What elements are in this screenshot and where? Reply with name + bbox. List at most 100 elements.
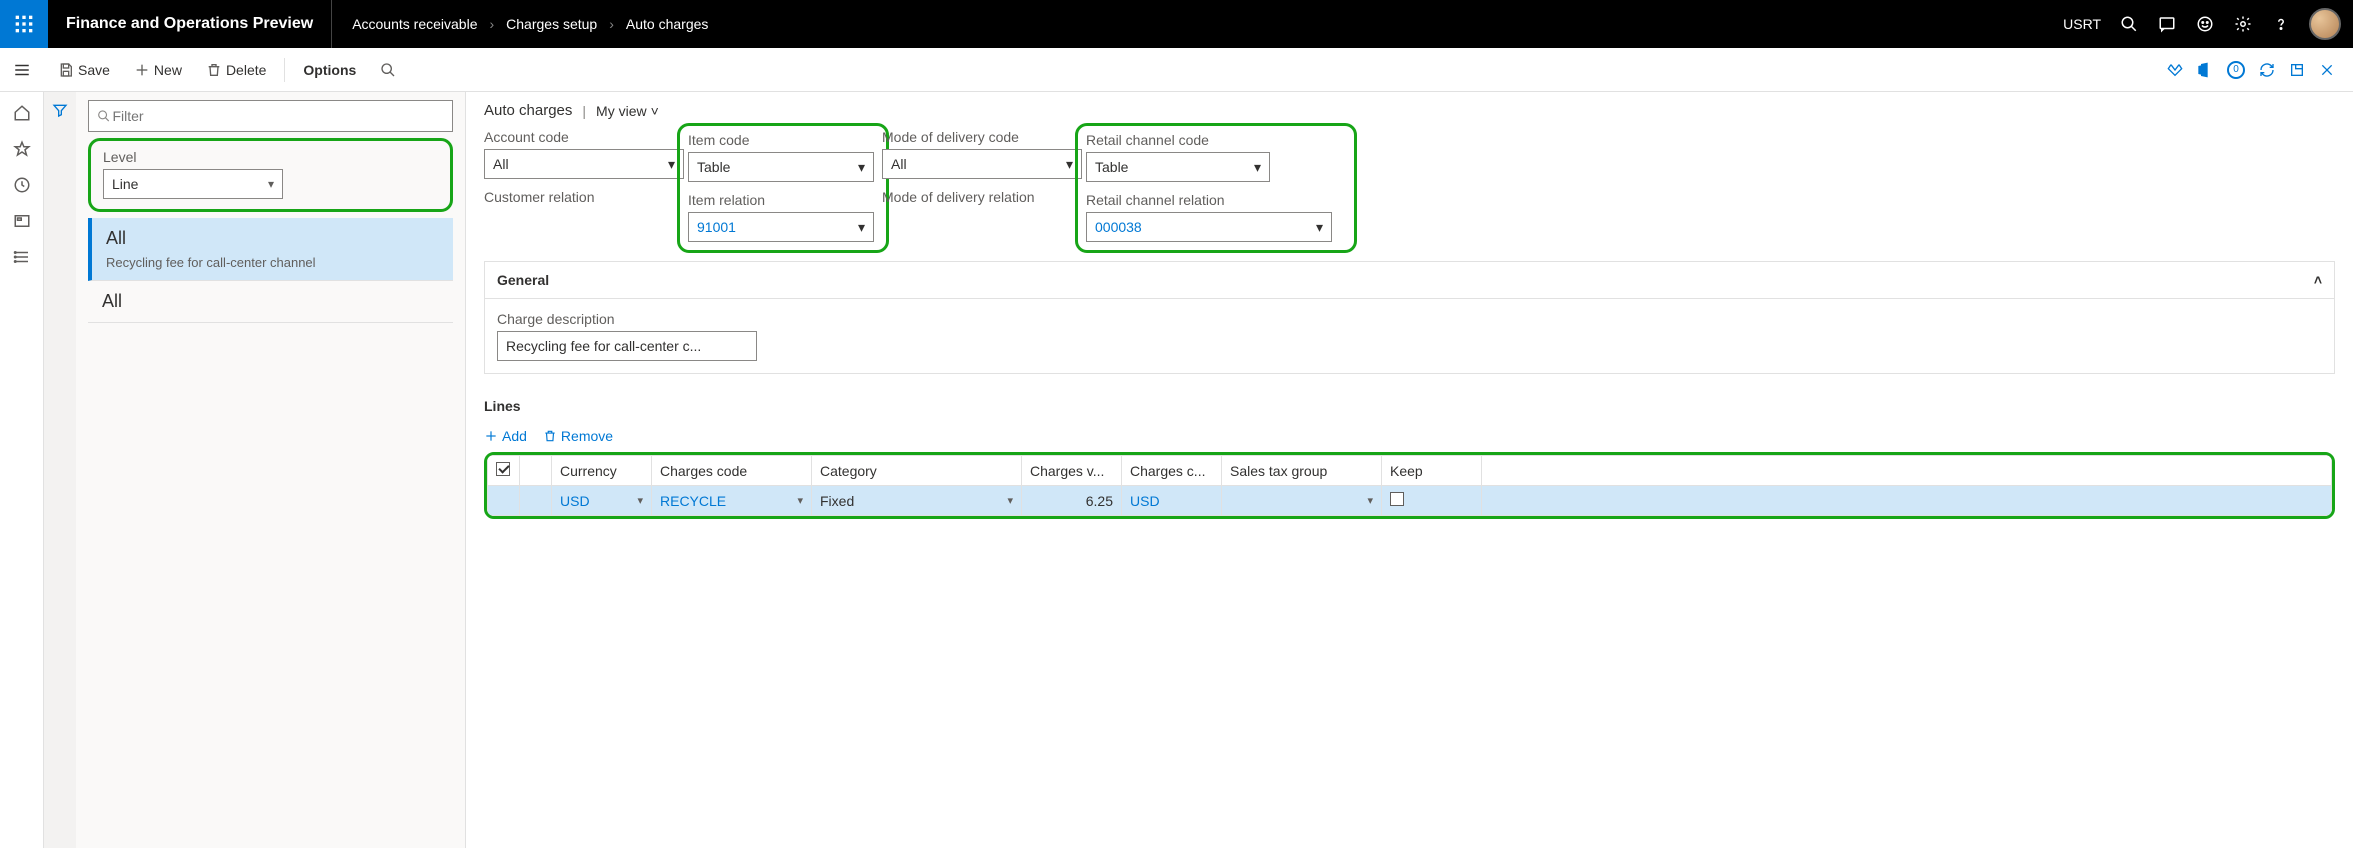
new-button[interactable]: New [124, 56, 192, 84]
general-header[interactable]: General ˄ [485, 262, 2334, 299]
level-value: Line [112, 176, 138, 192]
page-header: Auto charges | My view ˅ [484, 102, 2335, 119]
list-item[interactable]: All [88, 281, 453, 323]
search-icon [97, 109, 110, 123]
col-sales-tax-group[interactable]: Sales tax group [1222, 456, 1382, 486]
chevron-down-icon: ▾ [1316, 219, 1323, 236]
charges-currency-cell[interactable]: USD [1122, 486, 1222, 516]
breadcrumb-item[interactable]: Charges setup [506, 16, 597, 32]
top-bar: Finance and Operations Preview Accounts … [0, 0, 2353, 48]
cell-value: 6.25 [1030, 493, 1113, 509]
help-icon[interactable] [2271, 14, 2291, 34]
delivery-code-select[interactable]: All ▾ [882, 149, 1082, 179]
nav-toggle-button[interactable] [0, 48, 44, 92]
left-rail [0, 92, 44, 848]
currency-cell[interactable]: USD▾ [552, 486, 652, 516]
field-account-code: Account code All ▾ Customer relation [484, 129, 684, 247]
keep-checkbox[interactable] [1390, 492, 1404, 506]
view-selector[interactable]: My view ˅ [596, 103, 659, 119]
office-icon[interactable] [2197, 62, 2213, 78]
select-all-checkbox[interactable] [488, 456, 520, 486]
item-code-select[interactable]: Table ▾ [688, 152, 874, 182]
attachments-button[interactable]: 0 [2227, 61, 2245, 79]
field-label: Customer relation [484, 189, 684, 205]
col-spacer [1482, 456, 2332, 486]
diamond-icon[interactable] [2167, 62, 2183, 78]
chat-icon[interactable] [2157, 14, 2177, 34]
field-value: 000038 [1095, 219, 1142, 235]
level-select[interactable]: Line ▾ [103, 169, 283, 199]
breadcrumb-item[interactable]: Accounts receivable [352, 16, 477, 32]
field-label: Item code [688, 132, 874, 148]
options-button[interactable]: Options [293, 56, 366, 84]
charges-code-cell[interactable]: RECYCLE▾ [652, 486, 812, 516]
chevron-down-icon: ▾ [1007, 494, 1013, 507]
filter-input[interactable] [88, 100, 453, 132]
delete-button[interactable]: Delete [196, 56, 276, 84]
modules-icon[interactable] [13, 248, 31, 266]
company-code[interactable]: USRT [2063, 16, 2101, 32]
field-value: 91001 [697, 219, 736, 235]
lines-grid: Currency Charges code Category Charges v… [487, 455, 2332, 516]
workspace-icon[interactable] [13, 212, 31, 230]
app-launcher-button[interactable] [0, 0, 48, 48]
col-keep[interactable]: Keep [1382, 456, 1482, 486]
star-icon[interactable] [13, 140, 31, 158]
col-charges-code[interactable]: Charges code [652, 456, 812, 486]
list-item-title: All [102, 291, 439, 312]
col-currency[interactable]: Currency [552, 456, 652, 486]
search-icon[interactable] [2119, 14, 2139, 34]
attachments-count: 0 [2233, 64, 2239, 75]
smiley-icon[interactable] [2195, 14, 2215, 34]
home-icon[interactable] [13, 104, 31, 122]
delivery-relation-input[interactable] [882, 209, 1082, 239]
chevron-down-icon: ▾ [637, 494, 643, 507]
category-cell[interactable]: Fixed▾ [812, 486, 1022, 516]
item-relation-select[interactable]: 91001 ▾ [688, 212, 874, 242]
col-charges-currency[interactable]: Charges c... [1122, 456, 1222, 486]
col-charges-value[interactable]: Charges v... [1022, 456, 1122, 486]
fields-row: Account code All ▾ Customer relation Ite… [484, 129, 2335, 247]
delete-label: Delete [226, 62, 266, 78]
popout-icon[interactable] [2289, 62, 2305, 78]
chevron-up-icon: ˄ [2314, 272, 2322, 288]
search-icon [380, 62, 396, 78]
funnel-icon[interactable] [52, 102, 68, 848]
field-delivery-code: Mode of delivery code All ▾ Mode of deli… [882, 129, 1082, 247]
table-row[interactable]: USD▾ RECYCLE▾ Fixed▾ 6.25 USD [488, 486, 2332, 516]
gear-icon[interactable] [2233, 14, 2253, 34]
channel-code-select[interactable]: Table ▾ [1086, 152, 1270, 182]
topbar-right: USRT [2063, 8, 2353, 40]
separator: | [582, 103, 586, 119]
field-label: Mode of delivery relation [882, 189, 1082, 205]
refresh-icon[interactable] [2259, 62, 2275, 78]
customer-relation-input[interactable] [484, 209, 684, 239]
save-button[interactable]: Save [48, 56, 120, 84]
recent-icon[interactable] [13, 176, 31, 194]
search-action-button[interactable] [370, 56, 406, 84]
list-item[interactable]: All Recycling fee for call-center channe… [88, 218, 453, 281]
remove-line-button[interactable]: Remove [543, 428, 613, 444]
channel-relation-select[interactable]: 000038 ▾ [1086, 212, 1332, 242]
col-category[interactable]: Category [812, 456, 1022, 486]
account-code-select[interactable]: All ▾ [484, 149, 684, 179]
breadcrumb-item[interactable]: Auto charges [626, 16, 709, 32]
section-title: Lines [484, 398, 521, 414]
general-body: Charge description Recycling fee for cal… [485, 299, 2334, 373]
row-select-cell[interactable] [488, 486, 520, 516]
level-highlight: Level Line ▾ [88, 138, 453, 212]
avatar[interactable] [2309, 8, 2341, 40]
sales-tax-cell[interactable]: ▾ [1222, 486, 1382, 516]
close-icon[interactable] [2319, 62, 2335, 78]
add-line-button[interactable]: Add [484, 428, 527, 444]
description-input[interactable]: Recycling fee for call-center c... [497, 331, 757, 361]
chevron-down-icon: ▾ [1066, 156, 1073, 173]
charges-value-cell[interactable]: 6.25 [1022, 486, 1122, 516]
options-label: Options [303, 62, 356, 78]
actionbar-right: 0 [2167, 61, 2345, 79]
chevron-right-icon: › [609, 16, 614, 32]
list-item-subtitle: Recycling fee for call-center channel [106, 255, 439, 270]
keep-cell[interactable] [1382, 486, 1482, 516]
filter-text[interactable] [110, 107, 444, 125]
field-label: Item relation [688, 192, 874, 208]
